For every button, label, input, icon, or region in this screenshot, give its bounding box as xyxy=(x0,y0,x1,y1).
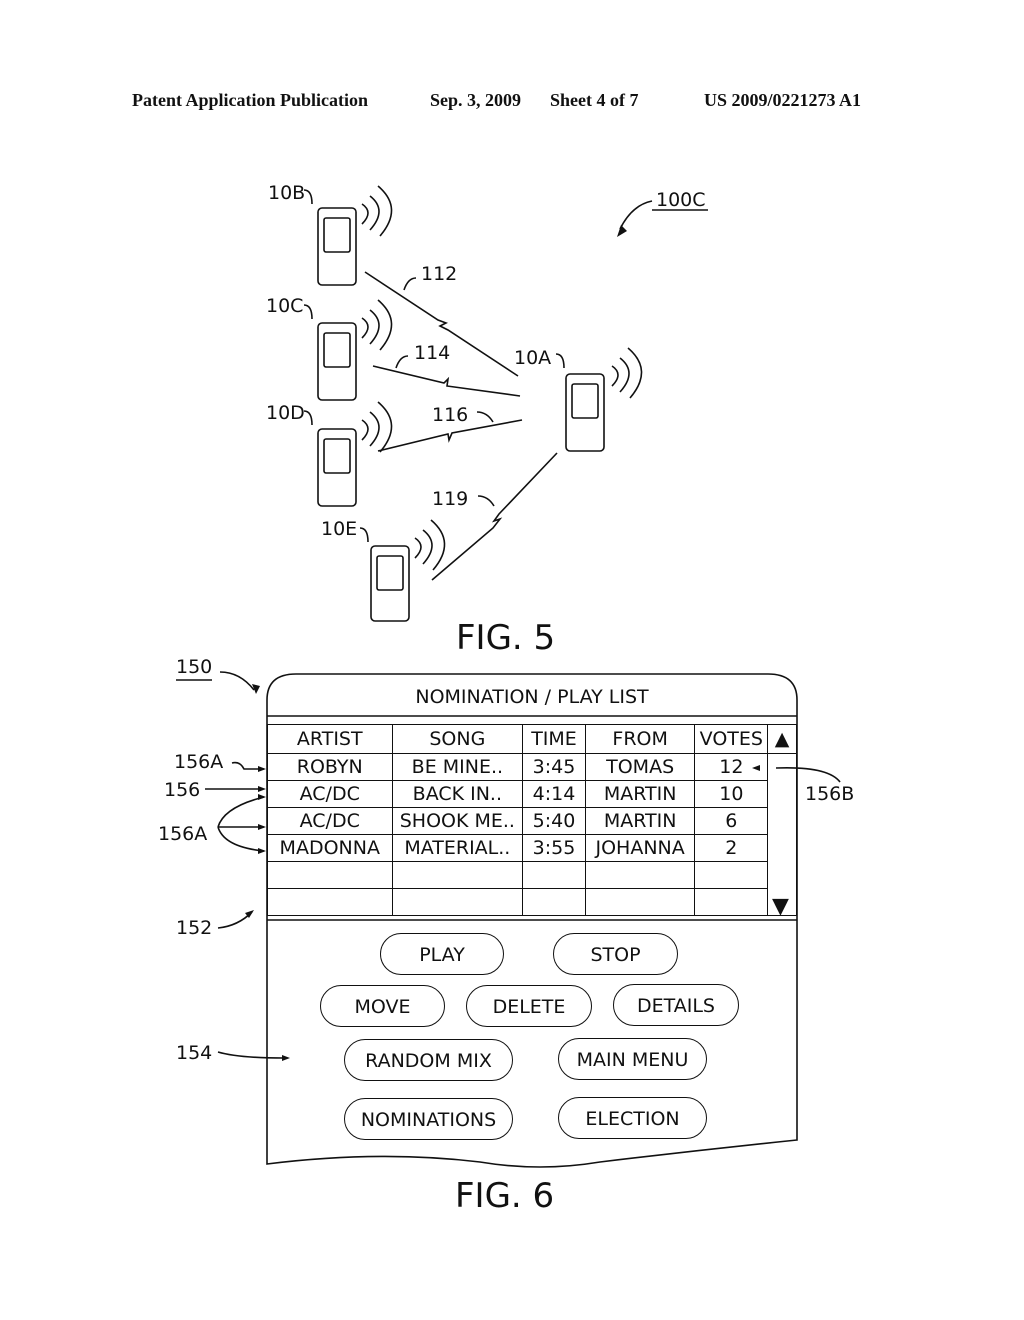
ref-156B: 156B xyxy=(805,783,855,805)
cell-artist: ROBYN xyxy=(267,753,393,781)
screen-label-150: 150 xyxy=(176,656,213,678)
scroll-up-button[interactable]: ▲ xyxy=(767,724,797,754)
device-label-10A: 10A xyxy=(514,347,552,369)
cell-empty xyxy=(267,861,393,889)
phone-10E-icon xyxy=(370,545,410,622)
cell-song: SHOOK ME.. xyxy=(391,807,524,835)
column-header-from[interactable]: FROM xyxy=(584,724,696,754)
cell-votes: 2 xyxy=(694,834,769,862)
cell-song: MATERIAL.. xyxy=(391,834,524,862)
cell-empty xyxy=(522,888,586,916)
cell-time: 5:40 xyxy=(522,807,586,835)
link-label-119: 119 xyxy=(432,488,469,510)
cell-empty xyxy=(391,888,524,916)
cell-empty xyxy=(584,888,696,916)
delete-button[interactable]: DELETE xyxy=(466,985,592,1027)
stop-button[interactable]: STOP xyxy=(553,933,678,975)
ref-156: 156 xyxy=(164,779,201,801)
phone-10C-icon xyxy=(317,322,357,401)
random-mix-button[interactable]: RANDOM MIX xyxy=(344,1039,513,1081)
table-row-empty[interactable] xyxy=(267,888,797,916)
wireless-waves-icon xyxy=(361,185,643,571)
phone-10D-icon xyxy=(317,428,357,507)
screen-title: NOMINATION / PLAY LIST xyxy=(415,686,649,708)
table-row[interactable]: AC/DC BACK IN.. 4:14 MARTIN 10 xyxy=(267,780,797,808)
cell-artist: AC/DC xyxy=(267,807,393,835)
device-label-10D: 10D xyxy=(266,402,305,424)
table-row[interactable]: MADONNA MATERIAL.. 3:55 JOHANNA 2 xyxy=(267,834,797,862)
device-label-10E: 10E xyxy=(321,518,358,540)
cell-empty xyxy=(694,861,769,889)
ref-156A-group: 156A xyxy=(158,823,208,845)
column-header-votes[interactable]: VOTES xyxy=(694,724,769,754)
column-header-song[interactable]: SONG xyxy=(391,724,524,754)
cell-votes: 6 xyxy=(694,807,769,835)
link-label-112: 112 xyxy=(421,263,458,285)
cell-time: 4:14 xyxy=(522,780,586,808)
cell-votes: 10 xyxy=(694,780,769,808)
device-label-10B: 10B xyxy=(268,182,306,204)
cell-from: MARTIN xyxy=(584,780,696,808)
link-114 xyxy=(372,365,521,397)
ref-154: 154 xyxy=(176,1042,213,1064)
details-button[interactable]: DETAILS xyxy=(613,984,739,1026)
cell-empty xyxy=(522,861,586,889)
link-119 xyxy=(431,452,558,581)
playlist-table: ARTIST SONG TIME FROM VOTES ▲ ROBYN BE M… xyxy=(267,724,797,916)
column-header-time[interactable]: TIME xyxy=(522,724,586,754)
scrollbar-track[interactable] xyxy=(767,753,797,916)
nominations-button[interactable]: NOMINATIONS xyxy=(344,1098,513,1140)
election-button[interactable]: ELECTION xyxy=(558,1097,707,1139)
ref-156A-top: 156A xyxy=(174,751,224,773)
cell-votes: 12 xyxy=(694,753,769,781)
device-label-10C: 10C xyxy=(266,295,304,317)
fig6-caption: FIG. 6 xyxy=(455,1176,555,1216)
scroll-down-button[interactable]: ▼ xyxy=(772,894,789,919)
cell-empty xyxy=(584,861,696,889)
cell-artist: MADONNA xyxy=(267,834,393,862)
phone-10B-icon xyxy=(317,207,357,286)
fig5-caption: FIG. 5 xyxy=(456,618,556,658)
link-label-114: 114 xyxy=(414,342,451,364)
column-header-artist[interactable]: ARTIST xyxy=(267,724,393,754)
ref-152: 152 xyxy=(176,917,213,939)
cell-from: JOHANNA xyxy=(584,834,696,862)
cell-empty xyxy=(694,888,769,916)
table-row[interactable]: AC/DC SHOOK ME.. 5:40 MARTIN 6 xyxy=(267,807,797,835)
cell-artist: AC/DC xyxy=(267,780,393,808)
play-button[interactable]: PLAY xyxy=(380,933,504,975)
cell-time: 3:55 xyxy=(522,834,586,862)
phone-10A-icon xyxy=(565,373,605,452)
table-row-empty[interactable] xyxy=(267,861,797,889)
table-header-row: ARTIST SONG TIME FROM VOTES ▲ xyxy=(267,724,797,754)
cell-from: MARTIN xyxy=(584,807,696,835)
system-label-100C: 100C xyxy=(656,189,706,211)
cell-empty xyxy=(391,861,524,889)
cell-time: 3:45 xyxy=(522,753,586,781)
cell-from: TOMAS xyxy=(584,753,696,781)
move-button[interactable]: MOVE xyxy=(320,985,445,1027)
cell-song: BACK IN.. xyxy=(391,780,524,808)
link-label-116: 116 xyxy=(432,404,469,426)
cell-song: BE MINE.. xyxy=(391,753,524,781)
cell-empty xyxy=(267,888,393,916)
table-row[interactable]: ROBYN BE MINE.. 3:45 TOMAS 12 xyxy=(267,753,797,916)
main-menu-button[interactable]: MAIN MENU xyxy=(558,1038,707,1080)
